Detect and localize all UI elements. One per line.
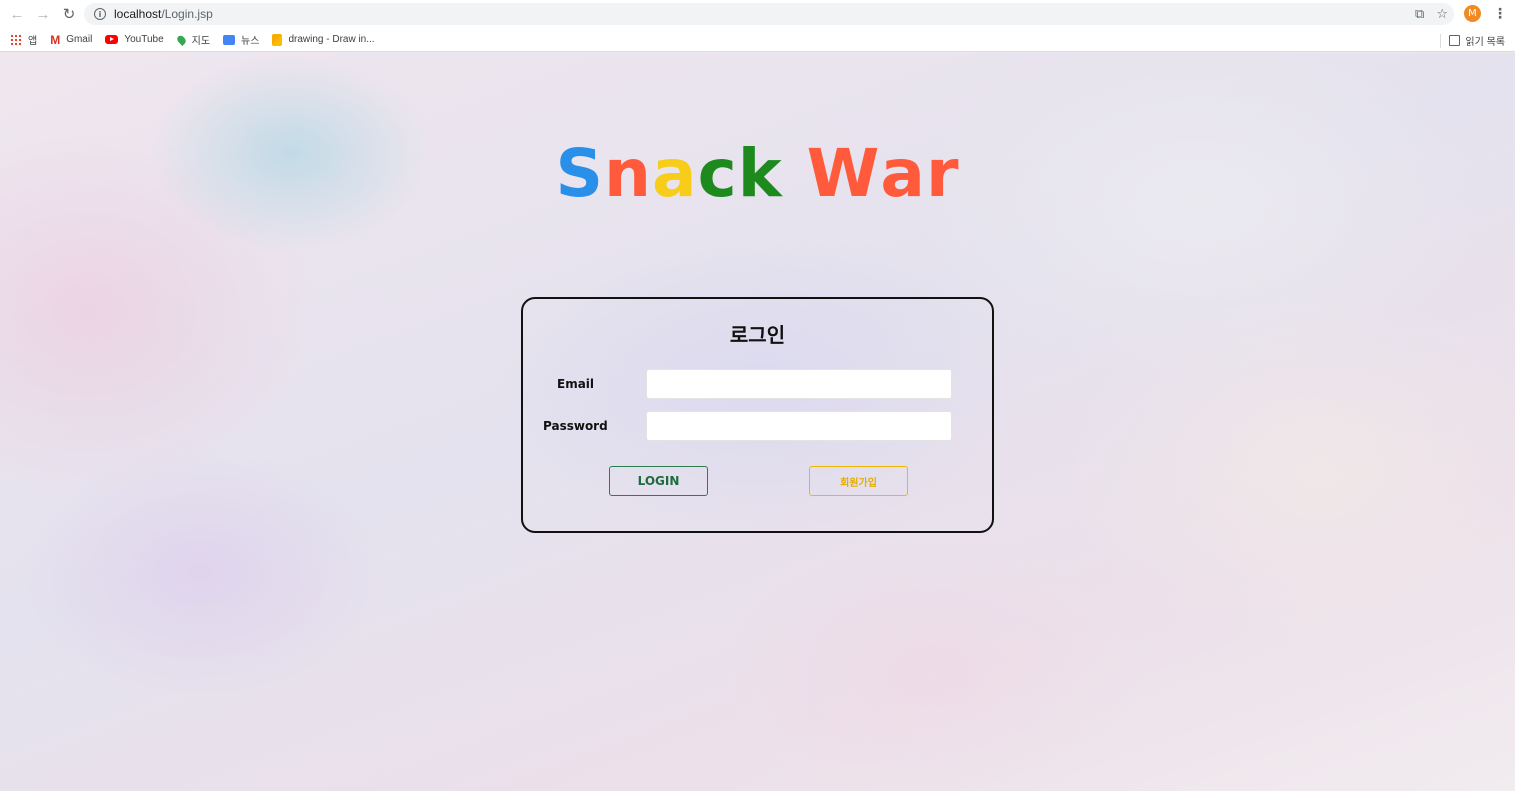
logo-letter: [783, 139, 807, 209]
logo-letter: S: [555, 135, 605, 212]
forward-arrow-icon[interactable]: →: [32, 3, 54, 25]
maps-icon: [175, 33, 188, 46]
share-icon[interactable]: ⧉: [1415, 6, 1424, 22]
gmail-icon: M: [50, 32, 61, 47]
apps-grid-icon: [10, 33, 22, 46]
back-arrow-icon[interactable]: ←: [6, 3, 28, 25]
password-input[interactable]: [646, 411, 952, 441]
address-bar[interactable]: i localhost/Login.jsp ⧉ ☆: [84, 3, 1454, 25]
profile-avatar[interactable]: M: [1464, 5, 1481, 22]
page-background: Snack War 로그인 Email Password LOGIN 회원가입: [0, 53, 1515, 791]
info-icon[interactable]: i: [94, 8, 106, 20]
bookmark-drawing[interactable]: drawing - Draw in...: [272, 33, 375, 46]
browser-menu-icon[interactable]: ⋮: [1493, 5, 1507, 22]
logo-letter: W: [806, 135, 881, 212]
divider: [1440, 33, 1442, 48]
logo-letter: a: [652, 135, 698, 212]
signup-button[interactable]: 회원가입: [809, 466, 908, 496]
reading-list[interactable]: 읽기 목록: [1440, 33, 1505, 48]
logo-letter: k: [737, 135, 783, 212]
bookmark-star-icon[interactable]: ☆: [1436, 6, 1448, 22]
bookmark-label: Gmail: [66, 34, 93, 45]
logo-letter: a: [880, 135, 926, 212]
bookmark-youtube[interactable]: YouTube: [105, 34, 164, 45]
email-label: Email: [557, 377, 595, 391]
url-host: localhost: [114, 7, 162, 21]
email-input[interactable]: [646, 369, 952, 399]
reading-list-label: 읽기 목록: [1465, 37, 1505, 48]
url-path: /Login.jsp: [161, 7, 213, 21]
browser-toolbar: ← → ↻ i localhost/Login.jsp ⧉ ☆ M ⋮: [0, 0, 1515, 28]
password-label: Password: [543, 419, 608, 433]
url-text[interactable]: localhost/Login.jsp: [114, 7, 213, 21]
bookmark-gmail[interactable]: M Gmail: [50, 34, 92, 46]
login-button[interactable]: LOGIN: [609, 466, 708, 496]
logo-letter: r: [925, 135, 960, 212]
logo-letter: c: [697, 135, 738, 212]
reload-icon[interactable]: ↻: [58, 3, 80, 25]
bookmark-label: 지도: [191, 36, 211, 47]
news-icon: [223, 34, 236, 45]
bookmarks-bar: 앱 M Gmail YouTube 지도 뉴스 drawing - Draw i…: [0, 28, 1515, 52]
bookmark-news[interactable]: 뉴스: [223, 32, 259, 47]
login-card: 로그인 Email Password LOGIN 회원가입: [521, 297, 994, 533]
bookmark-maps[interactable]: 지도: [175, 32, 211, 47]
youtube-icon: [105, 35, 119, 44]
bookmark-label: 뉴스: [241, 36, 260, 47]
bookmark-apps[interactable]: 앱: [10, 32, 37, 47]
reading-list-icon: [1449, 35, 1461, 46]
drawing-icon: [272, 33, 283, 46]
bookmark-label: 앱: [28, 36, 38, 47]
bookmark-label: YouTube: [124, 34, 164, 45]
logo-letter: n: [604, 135, 653, 212]
login-title: 로그인: [729, 323, 786, 347]
omnibox-actions: ⧉ ☆: [1415, 6, 1448, 22]
bookmark-label: drawing - Draw in...: [288, 34, 375, 45]
snack-war-logo: Snack War: [0, 139, 1515, 209]
